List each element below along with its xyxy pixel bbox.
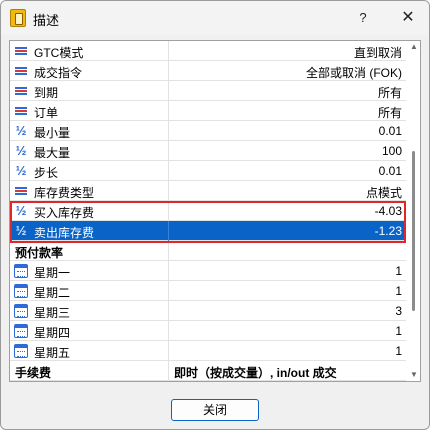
property-value: -4.03: [374, 204, 402, 218]
column-divider: [168, 141, 169, 161]
property-value: -1.23: [374, 224, 402, 238]
property-label: GTC模式: [34, 46, 84, 60]
section-header-row[interactable]: 手续费 即时（按成交量）, in/out 成交: [10, 361, 406, 381]
property-row[interactable]: 星期二 1: [10, 281, 406, 301]
list-icon: [14, 64, 28, 78]
property-label: 到期: [34, 86, 59, 100]
half-icon: ½: [15, 163, 27, 178]
property-row[interactable]: GTC模式 直到取消: [10, 41, 406, 61]
column-divider: [168, 281, 169, 301]
property-value: 1: [395, 284, 402, 298]
list-icon: [14, 104, 28, 118]
half-icon: ½: [15, 143, 27, 158]
description-dialog: 描述 ? ✕ GTC模式 直到取消 成交指令 全部或取消 (FOK) 到期 所有 订单 所有 ½…: [0, 0, 430, 430]
property-label: 最大量: [34, 146, 71, 160]
column-divider: [168, 361, 169, 381]
property-value: 1: [395, 264, 402, 278]
property-label: 星期五: [34, 346, 71, 360]
property-value: 1: [395, 344, 402, 358]
calendar-icon: [14, 344, 28, 358]
title-bar: 描述 ? ✕: [1, 1, 429, 35]
property-value: 直到取消: [353, 46, 402, 60]
column-divider: [168, 181, 169, 201]
column-divider: [168, 61, 169, 81]
property-row[interactable]: ½ 卖出库存费 -1.23: [10, 221, 406, 241]
app-icon: [10, 9, 26, 27]
property-row[interactable]: 星期三 3: [10, 301, 406, 321]
property-row[interactable]: 星期四 1: [10, 321, 406, 341]
property-value: 0.01: [378, 124, 402, 138]
property-label: 星期一: [34, 266, 71, 280]
property-label: 星期二: [34, 286, 71, 300]
property-row[interactable]: ½ 最大量 100: [10, 141, 406, 161]
property-row[interactable]: ½ 步长 0.01: [10, 161, 406, 181]
close-window-button[interactable]: ✕: [397, 7, 419, 29]
property-row[interactable]: 到期 所有: [10, 81, 406, 101]
property-value: 3: [395, 304, 402, 318]
half-icon: ½: [15, 223, 27, 238]
column-divider: [168, 261, 169, 281]
property-label: 卖出库存费: [34, 226, 95, 240]
close-button[interactable]: 关闭: [171, 399, 259, 421]
half-icon: ½: [15, 203, 27, 218]
property-grid: GTC模式 直到取消 成交指令 全部或取消 (FOK) 到期 所有 订单 所有 ½ 最小量 0.01…: [9, 40, 421, 382]
property-label: 订单: [34, 106, 59, 120]
window-title: 描述: [33, 13, 60, 28]
half-icon: ½: [15, 123, 27, 138]
property-value: 所有: [377, 86, 402, 100]
column-divider: [168, 101, 169, 121]
property-value: 0.01: [378, 164, 402, 178]
calendar-icon: [14, 284, 28, 298]
column-divider: [168, 201, 169, 221]
property-row[interactable]: ½ 最小量 0.01: [10, 121, 406, 141]
list-icon: [14, 44, 28, 58]
property-value: 所有: [377, 106, 402, 120]
property-row[interactable]: 星期一 1: [10, 261, 406, 281]
calendar-icon: [14, 304, 28, 318]
column-divider: [168, 321, 169, 341]
column-divider: [168, 161, 169, 181]
scroll-up-arrow-icon[interactable]: ▲: [410, 43, 418, 51]
property-value: 点模式: [365, 186, 402, 200]
property-label: 星期三: [34, 306, 71, 320]
scroll-thumb[interactable]: [412, 151, 415, 311]
property-value: 全部或取消 (FOK): [306, 66, 402, 80]
column-divider: [168, 241, 169, 261]
property-label: 库存费类型: [34, 186, 95, 200]
property-row[interactable]: ½ 买入库存费 -4.03: [10, 201, 406, 221]
list-icon: [14, 84, 28, 98]
property-row[interactable]: 库存费类型 点模式: [10, 181, 406, 201]
property-value: 即时（按成交量）, in/out 成交: [174, 366, 337, 380]
property-label: 步长: [34, 166, 59, 180]
property-label: 预付款率: [15, 246, 64, 260]
column-divider: [168, 301, 169, 321]
vertical-scrollbar[interactable]: ▲ ▼: [408, 41, 420, 381]
property-label: 手续费: [15, 366, 52, 380]
property-label: 买入库存费: [34, 206, 95, 220]
property-value: 1: [395, 324, 402, 338]
column-divider: [168, 221, 169, 241]
calendar-icon: [14, 264, 28, 278]
property-row[interactable]: 订单 所有: [10, 101, 406, 121]
calendar-icon: [14, 324, 28, 338]
section-header-row[interactable]: 预付款率: [10, 241, 406, 261]
property-row[interactable]: 星期五 1: [10, 341, 406, 361]
column-divider: [168, 81, 169, 101]
column-divider: [168, 41, 169, 61]
help-button[interactable]: ?: [352, 7, 374, 29]
property-row[interactable]: 成交指令 全部或取消 (FOK): [10, 61, 406, 81]
scroll-down-arrow-icon[interactable]: ▼: [410, 371, 418, 379]
property-label: 星期四: [34, 326, 71, 340]
column-divider: [168, 341, 169, 361]
property-label: 最小量: [34, 126, 71, 140]
property-value: 100: [381, 144, 402, 158]
column-divider: [168, 121, 169, 141]
list-icon: [14, 184, 28, 198]
property-label: 成交指令: [34, 66, 83, 80]
